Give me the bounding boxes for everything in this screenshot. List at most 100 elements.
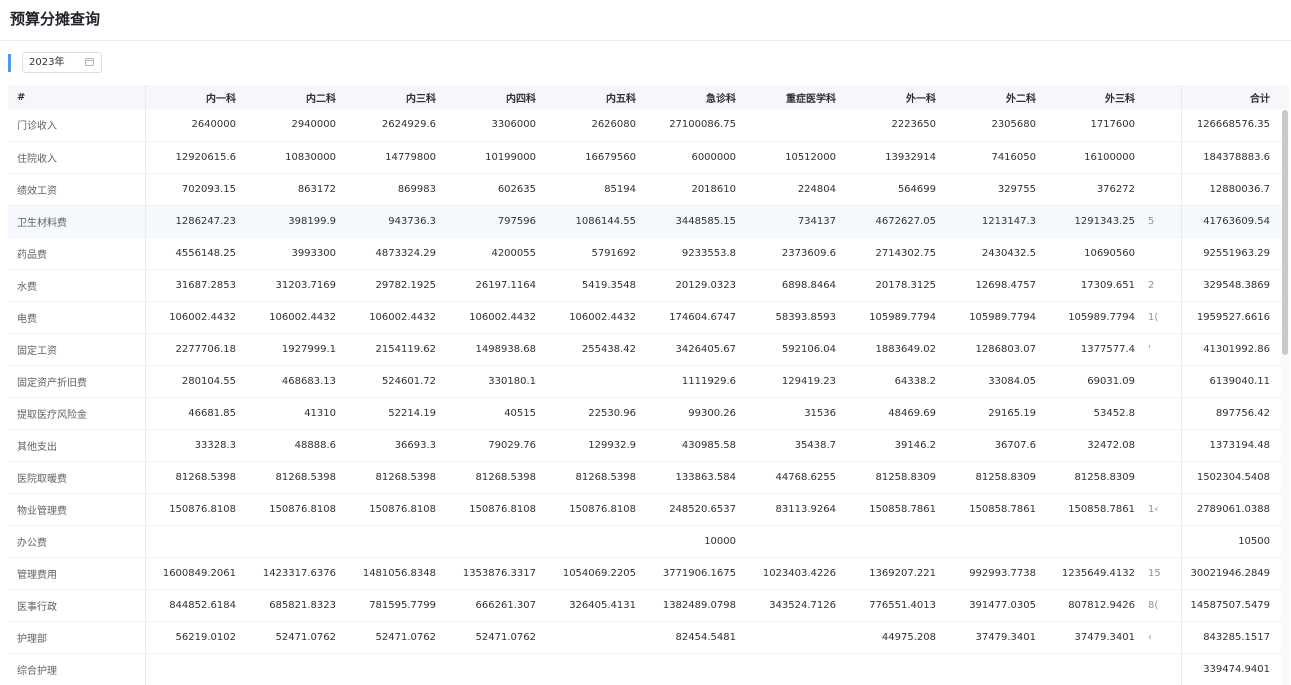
table-cell: 129932.9 xyxy=(545,429,645,462)
table-cell xyxy=(1144,173,1182,206)
table-row[interactable]: 医事行政 844852.6184 685821.8323 781595.7799 666… xyxy=(8,589,1289,622)
column-header-index[interactable]: # xyxy=(8,85,146,109)
table-cell: 64338.2 xyxy=(845,365,945,398)
table-cell: 20129.0323 xyxy=(645,269,745,302)
table-row[interactable]: 水费 31687.2853 31203.7169 29782.1925 26197.11… xyxy=(8,269,1289,302)
table-cell: 1286247.23 xyxy=(145,205,245,238)
table-cell: 3306000 xyxy=(445,109,545,142)
table-cell xyxy=(745,525,845,558)
table-cell: 150858.7861 xyxy=(1045,493,1144,526)
table-row[interactable]: 药品费 4556148.25 3993300 4873324.29 4200055 579… xyxy=(8,237,1289,270)
table-cell: 734137 xyxy=(745,205,845,238)
table-cell: 79029.76 xyxy=(445,429,545,462)
table-cell: 52471.0762 xyxy=(245,621,345,654)
row-total-cell: 30021946.2849 xyxy=(1181,557,1289,590)
table-cell: 10830000 xyxy=(245,141,345,174)
column-header[interactable]: 外二科 xyxy=(945,85,1045,109)
column-header[interactable]: 内四科 xyxy=(445,85,545,109)
table-cell: 53452.8 xyxy=(1045,397,1144,430)
table-cell: 468683.13 xyxy=(245,365,345,398)
table-cell: 56219.0102 xyxy=(145,621,245,654)
table-row[interactable]: 管理费用 1600849.2061 1423317.6376 1481056.8348… xyxy=(8,557,1289,590)
row-label: 门诊收入 xyxy=(8,109,146,142)
table-row[interactable]: 其他支出 33328.3 48888.6 36693.3 79029.76 129932.… xyxy=(8,429,1289,462)
table-cell: 807812.9426 xyxy=(1045,589,1144,622)
row-label: 固定资产折旧费 xyxy=(8,365,146,398)
table-row[interactable]: 电费 106002.4432 106002.4432 106002.4432 10600… xyxy=(8,301,1289,334)
row-label: 护理部 xyxy=(8,621,146,654)
budget-table-container: # 内一科 内二科 内三科 内四科 内五科 急诊科 重症医学科 外一科 外二科 外三科 合计 门诊收入… xyxy=(8,85,1289,685)
table-cell: 83113.9264 xyxy=(745,493,845,526)
table-cell: 5419.3548 xyxy=(545,269,645,302)
table-row[interactable]: 护理部 56219.0102 52471.0762 52471.0762 52471.0… xyxy=(8,621,1289,654)
table-cell: 3426405.67 xyxy=(645,333,745,366)
table-cell: 524601.72 xyxy=(345,365,445,398)
row-label: 其他支出 xyxy=(8,429,146,462)
table-cell xyxy=(245,525,345,558)
column-header[interactable]: 外三科 xyxy=(1045,85,1144,109)
table-cell: 10512000 xyxy=(745,141,845,174)
table-cell: 1927999.1 xyxy=(245,333,345,366)
column-header[interactable]: 内一科 xyxy=(145,85,245,109)
table-row[interactable]: 门诊收入 2640000 2940000 2624929.6 3306000 262608… xyxy=(8,109,1289,142)
table-cell: 4672627.05 xyxy=(845,205,945,238)
table-cell: 105989.7794 xyxy=(945,301,1045,334)
table-cell: 48469.69 xyxy=(845,397,945,430)
column-header[interactable]: 急诊科 xyxy=(645,85,745,109)
vertical-scrollbar[interactable] xyxy=(1281,110,1289,685)
table-cell: 27100086.75 xyxy=(645,109,745,142)
column-header[interactable] xyxy=(1144,85,1182,109)
table-cell xyxy=(545,525,645,558)
table-row[interactable]: 卫生材料费 1286247.23 398199.9 943736.3 797596 108… xyxy=(8,205,1289,238)
header-row: # 内一科 内二科 内三科 内四科 内五科 急诊科 重症医学科 外一科 外二科 外三科 合计 xyxy=(8,85,1289,109)
year-picker-value: 2023年 xyxy=(29,57,65,68)
table-row[interactable]: 医院取暖费 81268.5398 81268.5398 81268.5398 81268… xyxy=(8,461,1289,494)
table-row[interactable]: 住院收入 12920615.6 10830000 14779800 10199000 16… xyxy=(8,141,1289,174)
table-row[interactable]: 物业管理费 150876.8108 150876.8108 150876.8108 15… xyxy=(8,493,1289,526)
table-cell: 702093.15 xyxy=(145,173,245,206)
table-cell: 17309.651 xyxy=(1045,269,1144,302)
table-cell: 2624929.6 xyxy=(345,109,445,142)
table-cell: 2305680 xyxy=(945,109,1045,142)
table-cell: 35438.7 xyxy=(745,429,845,462)
table-cell: 1377577.4 xyxy=(1045,333,1144,366)
table-cell: 330180.1 xyxy=(445,365,545,398)
table-cell: 32472.08 xyxy=(1045,429,1144,462)
table-cell: 1( xyxy=(1144,301,1182,334)
table-row[interactable]: 绩效工资 702093.15 863172 869983 602635 85194 2018… xyxy=(8,173,1289,206)
column-header[interactable]: 内五科 xyxy=(545,85,645,109)
table-cell: 6898.8464 xyxy=(745,269,845,302)
table-cell: 37479.3401 xyxy=(945,621,1045,654)
table-row[interactable]: 提取医疗风险金 46681.85 41310 52214.19 40515 22530.9… xyxy=(8,397,1289,430)
table-cell: 150858.7861 xyxy=(845,493,945,526)
table-cell: 1369207.221 xyxy=(845,557,945,590)
row-total-cell: 1502304.5408 xyxy=(1181,461,1289,494)
table-cell: 26197.1164 xyxy=(445,269,545,302)
column-header[interactable]: 外一科 xyxy=(845,85,945,109)
table-cell: 14779800 xyxy=(345,141,445,174)
table-row[interactable]: 办公费 10000 10500 xyxy=(8,525,1289,558)
table-cell: 33328.3 xyxy=(145,429,245,462)
table-row[interactable]: 综合护理 339474.9401 xyxy=(8,653,1289,685)
year-picker[interactable]: 2023年 xyxy=(22,52,102,73)
table-row[interactable]: 固定工资 2277706.18 1927999.1 2154119.62 1498938… xyxy=(8,333,1289,366)
column-header[interactable]: 内三科 xyxy=(345,85,445,109)
table-cell xyxy=(945,525,1045,558)
table-cell xyxy=(1045,525,1144,558)
column-header[interactable]: 内二科 xyxy=(245,85,345,109)
table-cell xyxy=(145,653,245,685)
column-header[interactable]: 重症医学科 xyxy=(745,85,845,109)
table-cell: 255438.42 xyxy=(545,333,645,366)
table-cell: 106002.4432 xyxy=(545,301,645,334)
table-cell: 81258.8309 xyxy=(945,461,1045,494)
row-label: 医院取暖费 xyxy=(8,461,146,494)
table-cell: 376272 xyxy=(1045,173,1144,206)
table-cell: 7416050 xyxy=(945,141,1045,174)
table-cell: 13932914 xyxy=(845,141,945,174)
table-cell: 106002.4432 xyxy=(245,301,345,334)
scrollbar-thumb[interactable] xyxy=(1282,110,1288,355)
column-header-total[interactable]: 合计 xyxy=(1181,85,1289,109)
table-cell: 10690560 xyxy=(1045,237,1144,270)
table-cell xyxy=(745,109,845,142)
table-row[interactable]: 固定资产折旧费 280104.55 468683.13 524601.72 330180… xyxy=(8,365,1289,398)
